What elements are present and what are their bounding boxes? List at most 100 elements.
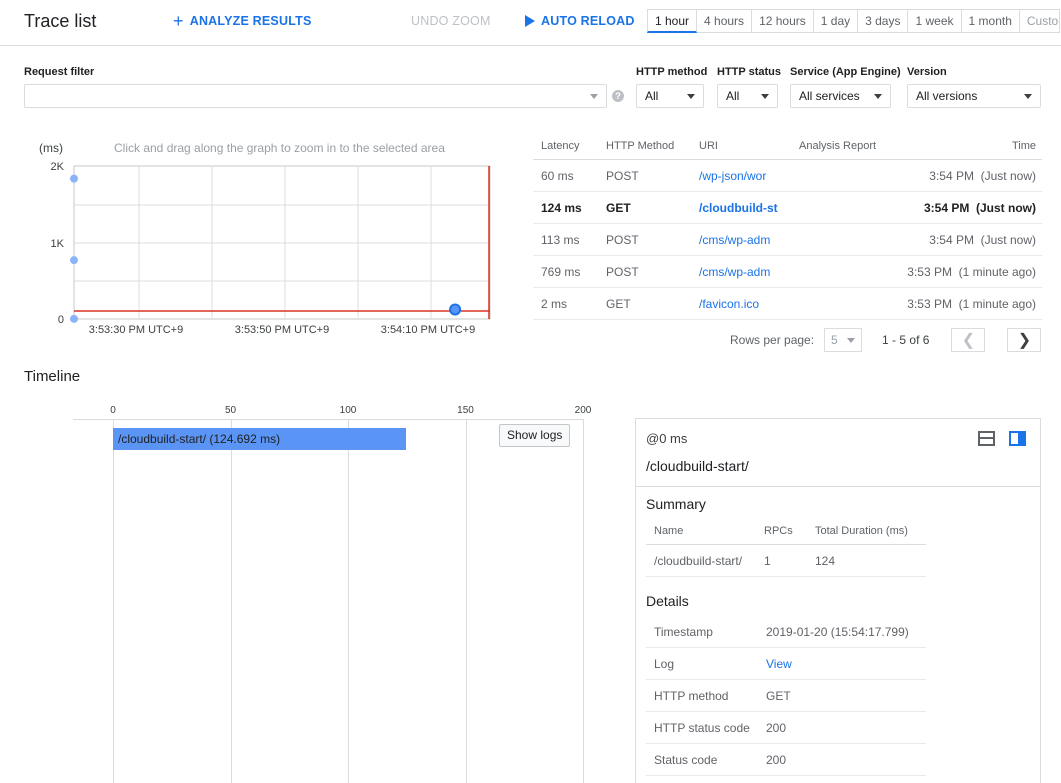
table-row[interactable]: 60 ms POST /wp-json/wor 3:54 PM (Just no… xyxy=(533,160,1042,192)
cell-uri[interactable]: /favicon.ico xyxy=(691,297,791,311)
timeline-panel: 0 50 100 150 200 /cloudbuild-start/ (124.692… xyxy=(73,403,591,783)
rows-per-page-value: 5 xyxy=(831,333,838,347)
timeline-axis xyxy=(73,419,583,420)
dropdown-arrow-icon[interactable] xyxy=(590,94,598,99)
cell-uri[interactable]: /cloudbuild-st xyxy=(691,201,791,215)
timeline-tick: 150 xyxy=(457,405,474,416)
prev-page-button[interactable]: ❮ xyxy=(951,328,986,352)
range-4-hours[interactable]: 4 hours xyxy=(697,9,753,33)
chart-svg[interactable]: (ms) Click and drag along the graph to z… xyxy=(24,130,504,340)
y-tick-2k: 2K xyxy=(51,161,65,173)
cell-latency: 60 ms xyxy=(541,168,574,183)
detail-key: Timestamp xyxy=(654,624,713,639)
http-status-select[interactable]: All xyxy=(717,84,778,108)
range-1-month[interactable]: 1 month xyxy=(961,9,1020,33)
timeline-title: Timeline xyxy=(24,368,81,385)
detail-key: HTTP method xyxy=(654,688,729,703)
http-method-label: HTTP method xyxy=(636,66,708,78)
summary-col-rpcs: RPCs xyxy=(764,524,793,537)
cell-latency: 769 ms xyxy=(541,264,581,279)
cell-time: 3:54 PM (Just now) xyxy=(929,168,1036,183)
detail-row: HTTP method GET xyxy=(646,680,926,712)
request-filter-label: Request filter xyxy=(24,66,95,78)
service-select[interactable]: All services xyxy=(790,84,891,108)
version-label: Version xyxy=(907,66,947,78)
chart-hint: Click and drag along the graph to zoom i… xyxy=(114,141,445,155)
timeline-tick: 200 xyxy=(574,405,592,416)
range-1-day[interactable]: 1 day xyxy=(813,9,859,33)
detail-row: HTTP status code 200 xyxy=(646,712,926,744)
y-tick-1k: 1K xyxy=(51,238,65,250)
range-1-week[interactable]: 1 week xyxy=(908,9,962,33)
span-bar[interactable]: /cloudbuild-start/ (124.692 ms) xyxy=(113,428,407,450)
summary-col-name: Name xyxy=(654,524,684,537)
show-logs-button[interactable]: Show logs xyxy=(499,424,571,447)
cell-uri[interactable]: /wp-json/wor xyxy=(691,169,791,183)
col-time[interactable]: Time xyxy=(901,140,1042,152)
auto-reload-button[interactable]: AUTO RELOAD xyxy=(525,14,635,28)
cell-time: 3:54 PM (Just now) xyxy=(923,200,1036,215)
cell-latency: 113 ms xyxy=(541,232,580,247)
timeline-grid-line xyxy=(348,419,349,783)
play-icon xyxy=(525,15,535,27)
detail-row: Status code 200 xyxy=(646,744,926,776)
top-toolbar: Trace list + ANALYZE RESULTS UNDO ZOOM A… xyxy=(0,0,1061,46)
version-select[interactable]: All versions xyxy=(907,84,1041,108)
summary-name: /cloudbuild-start/ xyxy=(654,553,743,568)
timeline-tick: 0 xyxy=(110,405,116,416)
col-http-method[interactable]: HTTP Method xyxy=(598,140,691,152)
cell-method: GET xyxy=(606,296,631,311)
analyze-results-label: ANALYZE RESULTS xyxy=(189,14,312,28)
range-12-hours[interactable]: 12 hours xyxy=(752,9,814,33)
summary-table: Name RPCs Total Duration (ms) /cloudbuil… xyxy=(646,517,926,577)
layout-horizontal-icon[interactable] xyxy=(978,431,995,446)
summary-col-duration: Total Duration (ms) xyxy=(815,524,908,537)
range-1-hour[interactable]: 1 hour xyxy=(647,9,698,33)
cell-method: POST xyxy=(606,264,639,279)
latency-scatter-chart[interactable]: (ms) Click and drag along the graph to z… xyxy=(24,130,504,340)
table-row[interactable]: 769 ms POST /cms/wp-adm 3:53 PM (1 minut… xyxy=(533,256,1042,288)
rows-per-page-select[interactable]: 5 xyxy=(824,328,863,352)
page-title: Trace list xyxy=(24,11,97,31)
cell-time: 3:53 PM (1 minute ago) xyxy=(907,296,1036,311)
x-tick-3: 3:54:10 PM UTC+9 xyxy=(381,324,475,336)
table-row[interactable]: 113 ms POST /cms/wp-adm 3:54 PM (Just no… xyxy=(533,224,1042,256)
col-analysis-report[interactable]: Analysis Report xyxy=(791,140,901,152)
y-unit-label: (ms) xyxy=(39,141,63,155)
cell-uri[interactable]: /cms/wp-adm xyxy=(691,233,791,247)
layout-vertical-icon[interactable] xyxy=(1009,431,1026,446)
service-label: Service (App Engine) xyxy=(790,66,901,78)
span-name: /cloudbuild-start/ xyxy=(646,458,749,474)
range-custom[interactable]: Custom xyxy=(1019,9,1060,33)
chart-grid xyxy=(73,165,491,320)
undo-zoom-button[interactable]: UNDO ZOOM xyxy=(411,14,491,28)
timeline-grid-line xyxy=(465,419,467,783)
table-row: /cloudbuild-start/ 1 124 xyxy=(646,545,926,577)
table-row[interactable]: 2 ms GET /favicon.ico 3:53 PM (1 minute … xyxy=(533,288,1042,320)
data-point xyxy=(449,303,462,316)
col-latency[interactable]: Latency xyxy=(533,140,598,152)
cell-latency: 124 ms xyxy=(541,200,582,215)
cell-uri[interactable]: /cms/wp-adm xyxy=(691,265,791,279)
detail-key: Status code xyxy=(654,752,718,767)
summary-title: Summary xyxy=(646,496,706,512)
cell-time: 3:54 PM (Just now) xyxy=(929,232,1036,247)
next-page-button[interactable]: ❯ xyxy=(1007,328,1042,352)
range-3-days[interactable]: 3 days xyxy=(858,9,909,33)
data-point xyxy=(70,314,78,323)
detail-value: 200 xyxy=(766,752,787,767)
http-method-select[interactable]: All xyxy=(636,84,704,108)
timeline-grid-line xyxy=(583,419,584,783)
request-filter-input[interactable] xyxy=(24,84,607,108)
col-uri[interactable]: URI xyxy=(691,140,791,152)
help-icon[interactable]: ? xyxy=(612,90,624,102)
detail-value[interactable]: View xyxy=(766,657,792,671)
time-range-selector: 1 hour 4 hours 12 hours 1 day 3 days 1 w… xyxy=(647,9,1060,33)
timeline-grid-line xyxy=(113,419,114,783)
analyze-results-button[interactable]: + ANALYZE RESULTS xyxy=(173,12,312,30)
table-row[interactable]: 124 ms GET /cloudbuild-st 3:54 PM (Just … xyxy=(533,192,1042,224)
summary-duration: 124 xyxy=(815,553,836,568)
auto-reload-label: AUTO RELOAD xyxy=(541,14,635,28)
table-header: Latency HTTP Method URI Analysis Report … xyxy=(533,132,1042,160)
timeline-tick: 100 xyxy=(339,405,357,416)
